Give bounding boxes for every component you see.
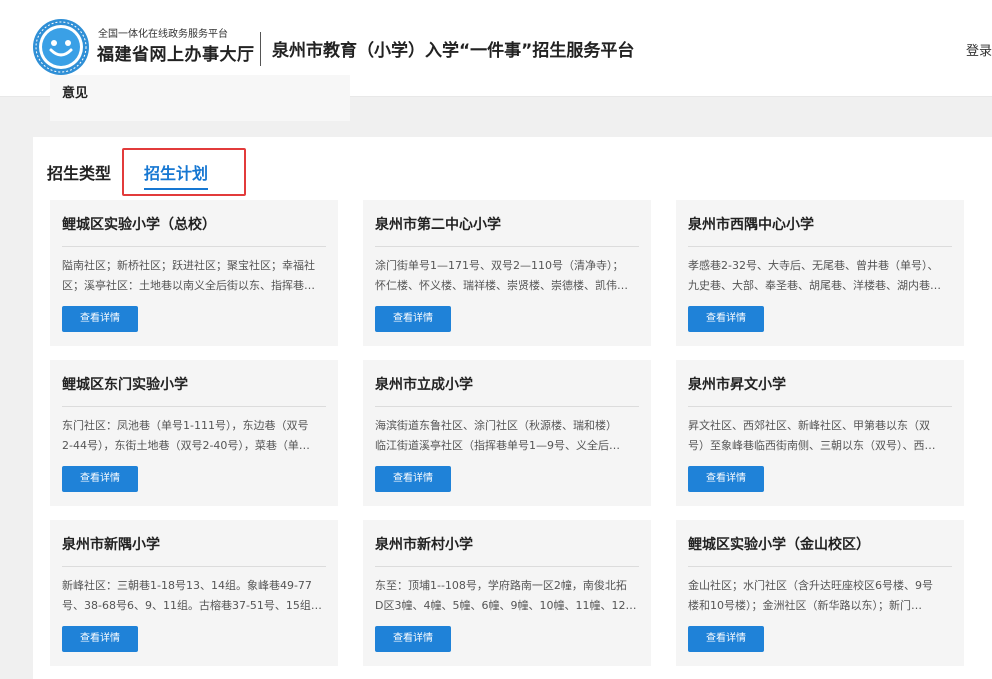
school-name: 泉州市第二中心小学 xyxy=(375,217,501,233)
tab-enrollment-type[interactable]: 招生类型 xyxy=(47,160,111,184)
card-divider xyxy=(62,246,326,247)
school-name: 泉州市新村小学 xyxy=(375,537,473,553)
left-gutter xyxy=(0,97,33,679)
school-card: 泉州市西隅中心小学 孝感巷2-32号、大寺后、无尾巷、曾井巷（单号）、 九史巷、… xyxy=(676,200,964,346)
school-district-text: 海滨街道东鲁社区、涂门社区（秋源楼、瑞和楼） 临江街道溪亭社区（指挥巷单号1—9… xyxy=(375,419,620,452)
school-card: 泉州市第二中心小学 涂门街单号1—171号、双号2—110号（清净寺）； 怀仁楼… xyxy=(363,200,651,346)
tab-enrollment-plan[interactable]: 招生计划 xyxy=(144,160,209,190)
school-district-text: 金山社区；水门社区（含升达旺座校区6号楼、9号 楼和10号楼）；金洲社区（新华路… xyxy=(688,579,933,612)
card-divider xyxy=(62,566,326,567)
school-district-text: 涂门街单号1—171号、双号2—110号（清净寺）； 怀仁楼、怀义楼、瑞祥楼、崇… xyxy=(375,259,628,292)
card-divider xyxy=(688,406,952,407)
card-divider xyxy=(375,406,639,407)
view-details-button[interactable]: 查看详情 xyxy=(375,626,451,652)
school-name: 鲤城区实验小学（金山校区） xyxy=(688,537,870,553)
card-divider xyxy=(688,566,952,567)
school-card: 泉州市新隅小学 新峰社区：三朝巷1-18号13、14组。象峰巷49-77 号、3… xyxy=(50,520,338,666)
school-district-text: 孝感巷2-32号、大寺后、无尾巷、曾井巷（单号）、 九史巷、大部、奉圣巷、胡尾巷… xyxy=(688,259,941,292)
school-card: 泉州市昇文小学 昇文社区、西郊社区、新峰社区、甲第巷以东（双 号）至象峰巷临西街… xyxy=(676,360,964,506)
school-card: 泉州市立成小学 海滨街道东鲁社区、涂门社区（秋源楼、瑞和楼） 临江街道溪亭社区（… xyxy=(363,360,651,506)
view-details-button[interactable]: 查看详情 xyxy=(62,306,138,332)
school-card: 鲤城区实验小学（总校） 隘南社区；新桥社区；跃进社区；聚宝社区；幸福社 区；溪亭… xyxy=(50,200,338,346)
header-divider xyxy=(260,32,261,66)
brand-subtitle: 全国一体化在线政务服务平台 xyxy=(98,29,228,40)
view-details-button[interactable]: 查看详情 xyxy=(375,306,451,332)
view-details-button[interactable]: 查看详情 xyxy=(62,466,138,492)
school-name: 泉州市立成小学 xyxy=(375,377,473,393)
view-details-button[interactable]: 查看详情 xyxy=(375,466,451,492)
card-divider xyxy=(375,246,639,247)
school-district-text: 隘南社区；新桥社区；跃进社区；聚宝社区；幸福社 区；溪亭社区：土地巷以南义全后街… xyxy=(62,259,315,292)
card-divider xyxy=(688,246,952,247)
school-district-text: 新峰社区：三朝巷1-18号13、14组。象峰巷49-77 号、38-68号6、9… xyxy=(62,579,322,612)
school-district-text: 昇文社区、西郊社区、新峰社区、甲第巷以东（双 号）至象峰巷临西街南侧、三朝以东（… xyxy=(688,419,936,452)
school-name: 泉州市昇文小学 xyxy=(688,377,786,393)
view-details-button[interactable]: 查看详情 xyxy=(688,306,764,332)
school-name: 鲤城区东门实验小学 xyxy=(62,377,188,393)
card-divider xyxy=(375,566,639,567)
platform-title: 泉州市教育（小学）入学“一件事”招生服务平台 xyxy=(272,41,635,61)
partial-card-label: 意见 xyxy=(62,86,89,101)
smiley-seal-logo-icon[interactable] xyxy=(32,18,90,76)
school-name: 泉州市新隅小学 xyxy=(62,537,160,553)
school-name: 鲤城区实验小学（总校） xyxy=(62,217,216,233)
partial-card xyxy=(50,75,350,121)
login-link[interactable]: 登录 xyxy=(966,40,992,59)
school-district-text: 东至：顶埔1--108号，学府路南一区2幢，南俊北拓 D区3幢、4幢、5幢、6幢… xyxy=(375,579,637,612)
brand-title[interactable]: 福建省网上办事大厅 xyxy=(97,40,255,65)
card-divider xyxy=(62,406,326,407)
view-details-button[interactable]: 查看详情 xyxy=(688,466,764,492)
school-card: 泉州市新村小学 东至：顶埔1--108号，学府路南一区2幢，南俊北拓 D区3幢、… xyxy=(363,520,651,666)
school-card: 鲤城区东门实验小学 东门社区：凤池巷（单号1-111号），东边巷（双号 2-44… xyxy=(50,360,338,506)
view-details-button[interactable]: 查看详情 xyxy=(688,626,764,652)
school-card: 鲤城区实验小学（金山校区） 金山社区；水门社区（含升达旺座校区6号楼、9号 楼和… xyxy=(676,520,964,666)
school-district-text: 东门社区：凤池巷（单号1-111号），东边巷（双号 2-44号），东街土地巷（双… xyxy=(62,419,310,452)
view-details-button[interactable]: 查看详情 xyxy=(62,626,138,652)
school-name: 泉州市西隅中心小学 xyxy=(688,217,814,233)
